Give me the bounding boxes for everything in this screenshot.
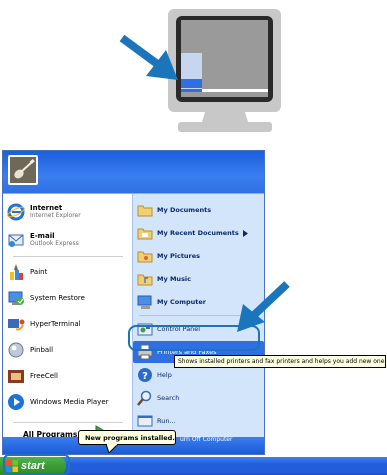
- program-paint[interactable]: Paint: [3, 260, 132, 284]
- all-programs-separator: [13, 422, 123, 423]
- help-icon: ?: [138, 368, 152, 382]
- program-pinball[interactable]: Pinball: [3, 338, 132, 362]
- place-my-documents[interactable]: My Documents: [133, 199, 264, 221]
- program-label: HyperTerminal: [30, 320, 81, 328]
- folder-recent-icon: [137, 228, 153, 240]
- program-label: Pinball: [30, 346, 54, 354]
- system-restore-icon: [8, 291, 24, 305]
- start-highlight-outline: [3, 454, 70, 475]
- folder-music-icon: [137, 274, 153, 286]
- place-label: My Music: [157, 275, 192, 283]
- pinned-programs-pane: Internet Internet Explorer E-mail Outloo…: [3, 194, 133, 441]
- mini-start-button: [181, 89, 202, 92]
- media-player-icon: [8, 394, 24, 410]
- place-my-pictures[interactable]: My Pictures: [133, 245, 264, 267]
- program-sublabel: Internet Explorer: [30, 212, 81, 219]
- search-icon: [137, 390, 152, 406]
- program-windows-media-player[interactable]: Windows Media Player: [3, 390, 132, 414]
- folder-pictures-icon: [137, 251, 153, 263]
- submenu-arrow-icon: [242, 229, 248, 237]
- menu-header: [3, 151, 264, 194]
- folder-icon: [137, 205, 153, 217]
- freecell-icon: [8, 370, 24, 383]
- turn-off-computer-button[interactable]: urn Off Computer: [180, 436, 232, 443]
- run-icon: [137, 415, 153, 427]
- computer-icon: [137, 295, 152, 309]
- hyperterminal-icon: [8, 319, 25, 331]
- outlook-express-icon: [8, 234, 24, 247]
- printers-highlight-outline: [128, 325, 260, 351]
- balloon-tail: [106, 444, 118, 453]
- program-label: E-mail: [30, 232, 55, 240]
- monitor-drawing: [119, 9, 281, 132]
- place-label: My Recent Documents: [157, 229, 239, 237]
- place-search[interactable]: Search: [133, 387, 264, 409]
- printers-tooltip: Shows installed printers and fax printer…: [174, 355, 386, 368]
- place-label: My Pictures: [157, 252, 201, 260]
- place-my-recent-documents[interactable]: My Recent Documents: [133, 222, 264, 244]
- program-hyperterminal[interactable]: HyperTerminal: [3, 312, 132, 336]
- monitor-neck: [202, 112, 248, 122]
- program-label: Internet: [30, 204, 63, 212]
- place-run[interactable]: Run...: [133, 410, 264, 432]
- mini-menu-footer: [181, 79, 202, 88]
- new-programs-balloon: New programs installed.: [78, 430, 176, 445]
- program-system-restore[interactable]: System Restore: [3, 286, 132, 310]
- program-label: Windows Media Player: [30, 398, 109, 406]
- svg-text:?: ?: [142, 371, 148, 382]
- monitor-base: [178, 122, 272, 132]
- program-label: System Restore: [30, 294, 85, 302]
- place-label: Run...: [157, 417, 176, 425]
- place-label: Search: [157, 394, 180, 402]
- pinball-icon: [8, 342, 24, 358]
- monitor-illustration: [0, 0, 387, 140]
- paint-icon: [10, 264, 23, 280]
- user-avatar[interactable]: [8, 155, 38, 185]
- program-outlook-express[interactable]: E-mail Outlook Express: [3, 227, 132, 253]
- program-label: Paint: [30, 268, 48, 276]
- place-label: Help: [157, 371, 172, 379]
- internet-explorer-icon: [7, 203, 25, 221]
- guitar-icon: [10, 157, 36, 183]
- program-internet-explorer[interactable]: Internet Internet Explorer: [3, 199, 132, 225]
- program-freecell[interactable]: FreeCell: [3, 364, 132, 388]
- program-label: FreeCell: [30, 372, 58, 380]
- place-label: My Computer: [157, 298, 206, 306]
- program-sublabel: Outlook Express: [30, 240, 79, 247]
- pinned-separator: [13, 256, 123, 257]
- place-label: My Documents: [157, 206, 212, 214]
